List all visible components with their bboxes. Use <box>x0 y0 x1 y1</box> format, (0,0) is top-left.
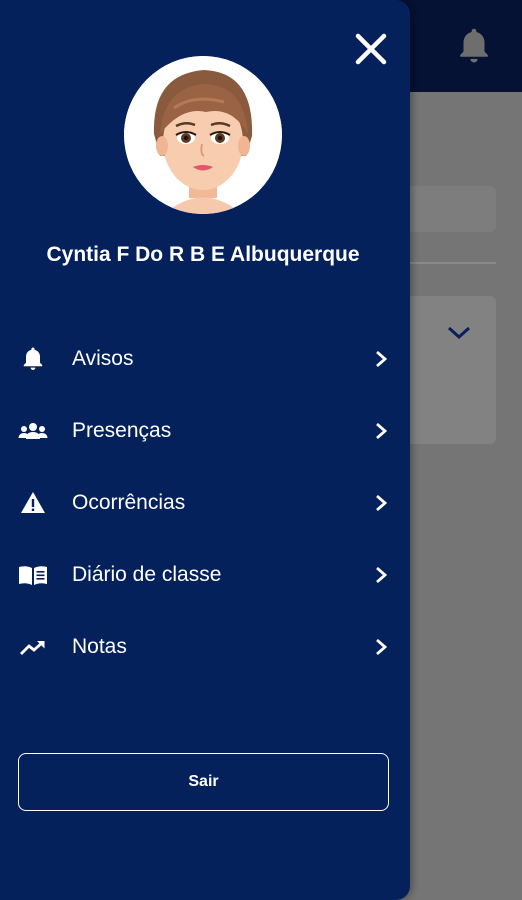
chevron-right-icon <box>376 422 388 440</box>
people-icon <box>18 417 48 445</box>
notifications-bell-icon[interactable] <box>456 26 492 66</box>
background-card <box>396 296 496 444</box>
chevron-right-icon <box>376 638 388 656</box>
user-name: Cyntia F Do R B E Albuquerque <box>46 243 360 266</box>
warning-icon <box>18 489 48 517</box>
menu-item-avisos[interactable]: Avisos <box>0 331 410 387</box>
menu-item-presencas[interactable]: Presenças <box>0 403 410 459</box>
close-icon[interactable] <box>350 28 392 70</box>
chevron-right-icon <box>376 566 388 584</box>
menu-item-label: Notas <box>72 635 127 658</box>
menu-item-label: Presenças <box>72 419 172 442</box>
chevron-down-icon <box>447 326 471 340</box>
avatar-illustration <box>124 56 282 214</box>
chevron-right-icon <box>376 494 388 512</box>
logout-button[interactable]: Sair <box>18 753 389 811</box>
menu-item-label: Diário de classe <box>72 563 222 586</box>
avatar <box>124 56 282 214</box>
navigation-drawer: Cyntia F Do R B E Albuquerque Avisos Pre… <box>0 0 410 900</box>
menu-item-diario-de-classe[interactable]: Diário de classe <box>0 547 410 603</box>
bell-icon <box>18 345 48 373</box>
menu-item-label: Ocorrências <box>72 491 186 514</box>
background-search-field <box>396 186 496 232</box>
background-divider <box>396 262 496 264</box>
menu-item-notas[interactable]: Notas <box>0 619 410 675</box>
book-icon <box>18 561 48 589</box>
chevron-right-icon <box>376 350 388 368</box>
trending-up-icon <box>18 633 48 661</box>
menu-item-ocorrencias[interactable]: Ocorrências <box>0 475 410 531</box>
menu-item-label: Avisos <box>72 347 134 370</box>
